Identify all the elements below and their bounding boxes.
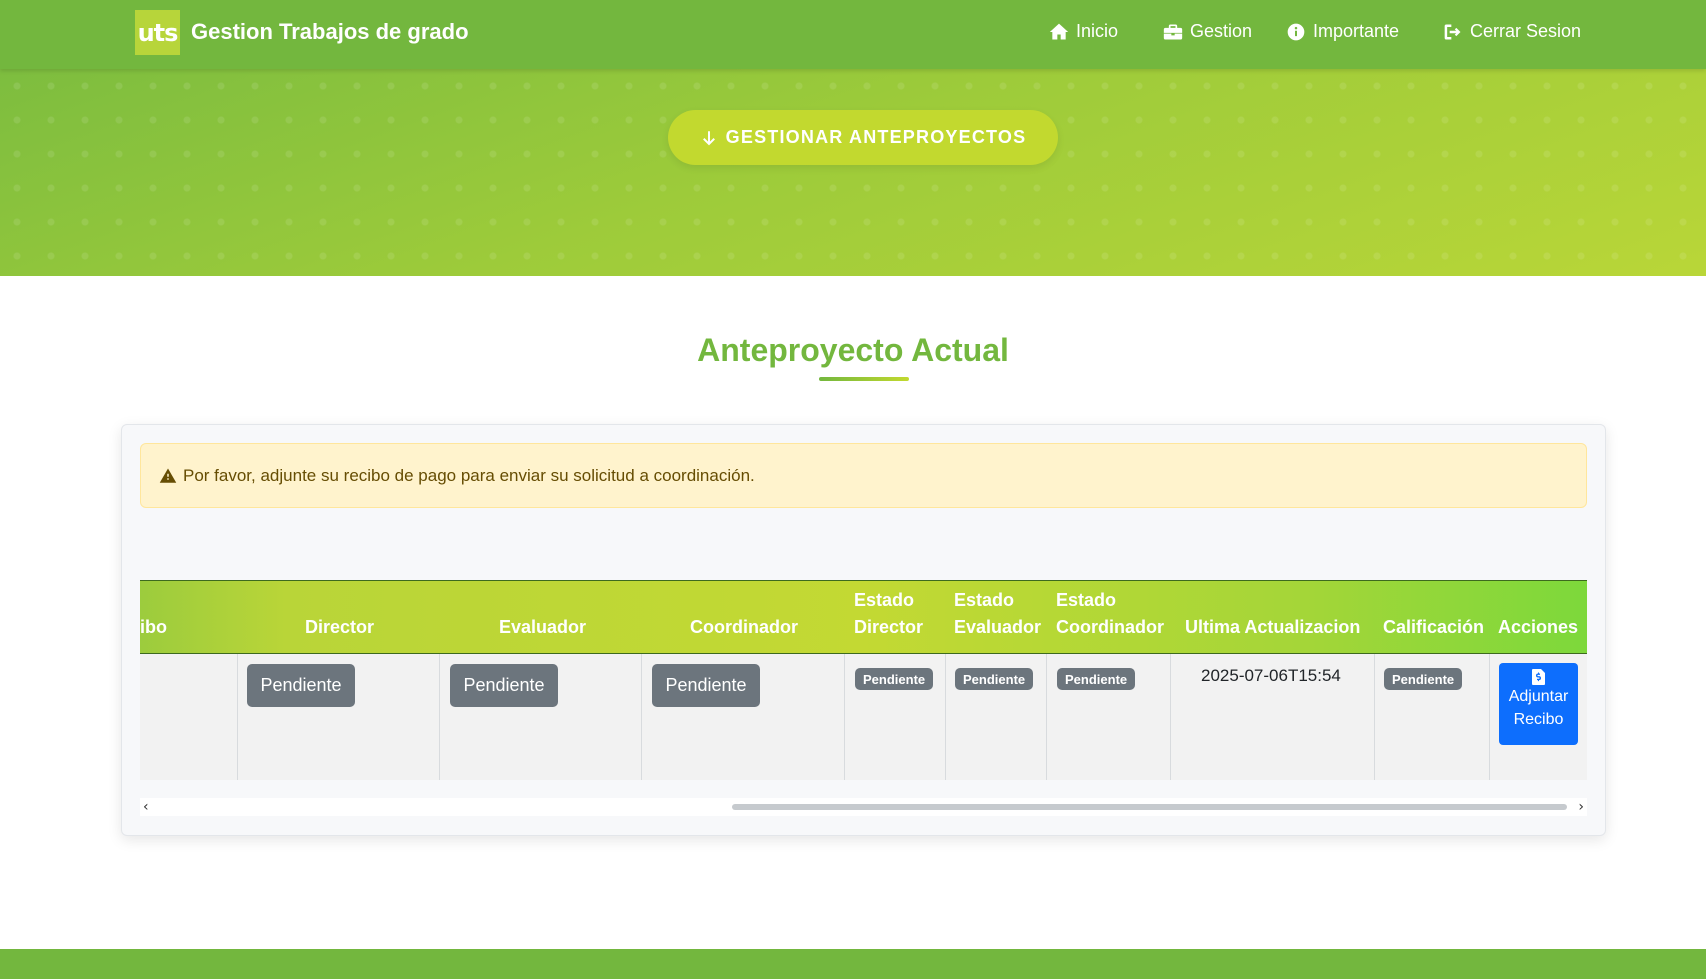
arrow-down-icon xyxy=(702,130,715,145)
anteproyecto-table: ibo Director Evaluador Coordinador Estad… xyxy=(140,580,1587,780)
title-underline xyxy=(819,377,909,381)
top-navbar: uts Gestion Trabajos de grado Inicio Ges… xyxy=(0,0,1706,69)
th-recibo: ibo xyxy=(140,617,167,637)
th-estado-evaluador-2: Evaluador xyxy=(954,617,1042,637)
brand-title[interactable]: Gestion Trabajos de grado xyxy=(191,19,469,45)
scrollbar-thumb[interactable] xyxy=(732,804,1567,810)
th-director: Director xyxy=(305,617,375,637)
alert-text: Por favor, adjunte su recibo de pago par… xyxy=(183,465,755,485)
column-divider xyxy=(641,654,642,780)
column-divider xyxy=(1374,654,1375,780)
th-acciones: Acciones xyxy=(1498,617,1579,637)
th-evaluador: Evaluador xyxy=(499,617,587,637)
column-divider xyxy=(844,654,845,780)
warning-icon xyxy=(159,468,177,483)
section-title: Anteproyecto Actual xyxy=(697,332,1009,368)
adjuntar-recibo-button[interactable]: Adjuntar Recibo xyxy=(1499,663,1578,745)
th-estado-evaluador-1: Estado xyxy=(954,590,1015,610)
th-estado-coordinador-1: Estado xyxy=(1056,590,1117,610)
payment-warning-alert: Por favor, adjunte su recibo de pago par… xyxy=(140,443,1587,508)
adjuntar-label: Adjuntar xyxy=(1508,688,1569,705)
nav-link-label: Inicio xyxy=(1076,21,1119,41)
th-estado-coordinador-2: Coordinador xyxy=(1056,617,1164,637)
column-divider xyxy=(439,654,440,780)
column-divider xyxy=(237,654,238,780)
hero-banner: GESTIONAR ANTEPROYECTOS xyxy=(0,69,1706,276)
nav-link-label: Cerrar Sesion xyxy=(1470,21,1582,41)
calificacion-badge: Pendiente xyxy=(1384,668,1463,690)
th-coordinador: Coordinador xyxy=(690,617,798,637)
ultima-actualizacion-value: 2025-07-06T15:54 xyxy=(1201,666,1341,685)
estado-director-badge: Pendiente xyxy=(855,668,934,690)
briefcase-icon xyxy=(1163,24,1183,39)
column-divider xyxy=(1489,654,1490,780)
table-row: Pendiente Pendiente Pendiente Pendiente … xyxy=(140,654,1587,780)
director-status-button[interactable]: Pendiente xyxy=(247,664,355,707)
recibo-label: Recibo xyxy=(1513,711,1564,728)
column-divider xyxy=(1170,654,1171,780)
scroll-right-arrow-icon[interactable]: › xyxy=(1578,798,1584,816)
table-header: ibo Director Evaluador Coordinador Estad… xyxy=(140,580,1587,654)
nav-link-importante[interactable]: Importante xyxy=(1286,21,1399,42)
nav-link-gestion[interactable]: Gestion xyxy=(1163,21,1252,42)
nav-link-inicio[interactable]: Inicio xyxy=(1049,21,1118,42)
th-estado-director-1: Estado xyxy=(854,590,915,610)
nav-link-label: Gestion xyxy=(1190,21,1253,41)
th-estado-director-2: Director xyxy=(854,617,924,637)
th-ultima-actualizacion: Ultima Actualizacion xyxy=(1185,617,1361,637)
anteproyecto-card: Por favor, adjunte su recibo de pago par… xyxy=(121,424,1606,836)
table-horizontal-scrollbar[interactable]: ‹ › xyxy=(140,798,1587,816)
estado-evaluador-badge: Pendiente xyxy=(955,668,1034,690)
gestionar-anteproyectos-button[interactable]: GESTIONAR ANTEPROYECTOS xyxy=(668,110,1058,165)
scroll-left-arrow-icon[interactable]: ‹ xyxy=(143,798,149,816)
gestionar-anteproyectos-label: GESTIONAR ANTEPROYECTOS xyxy=(725,127,1027,147)
file-invoice-dollar-icon xyxy=(1531,669,1545,685)
sign-out-icon xyxy=(1444,24,1461,39)
evaluador-status-button[interactable]: Pendiente xyxy=(450,664,558,707)
uts-logo[interactable]: uts xyxy=(135,10,180,55)
column-divider xyxy=(1046,654,1047,780)
footer-bar xyxy=(0,949,1706,979)
estado-coordinador-badge: Pendiente xyxy=(1057,668,1136,690)
info-circle-icon xyxy=(1287,23,1305,40)
column-divider xyxy=(945,654,946,780)
nav-link-label: Importante xyxy=(1313,21,1400,41)
th-calificacion: Calificación xyxy=(1383,617,1485,637)
home-icon xyxy=(1049,23,1069,39)
nav-link-cerrar-sesion[interactable]: Cerrar Sesion xyxy=(1443,21,1581,42)
coordinador-status-button[interactable]: Pendiente xyxy=(652,664,760,707)
